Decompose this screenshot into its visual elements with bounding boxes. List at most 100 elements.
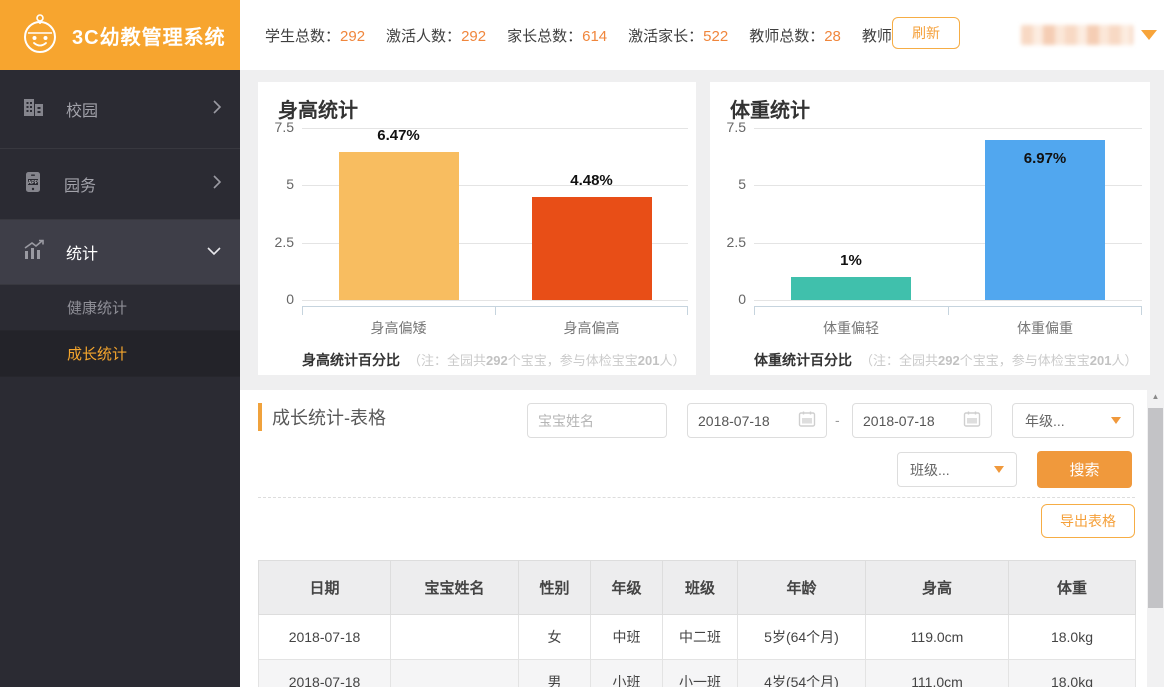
- scrollbar-up-arrow[interactable]: ▲: [1147, 392, 1164, 406]
- app-icon: APP: [22, 171, 44, 198]
- accent-bar: [258, 403, 262, 431]
- section-header: 成长统计-表格: [258, 403, 386, 431]
- y-axis-tick: 2.5: [710, 234, 746, 250]
- x-axis-category: 体重偏轻: [754, 318, 948, 338]
- col-gender: 性别: [519, 561, 591, 615]
- x-axis-category: 体重偏重: [948, 318, 1142, 338]
- chevron-down-icon: [1111, 417, 1121, 424]
- growth-table-panel: 成长统计-表格 2018-07-18 - 2018-07-18: [240, 390, 1164, 687]
- height-chart: 7.5 5 2.5 0 6.47% 4.48%: [258, 128, 696, 358]
- sidebar-item-campus[interactable]: 校园: [0, 70, 240, 149]
- y-axis-tick: 5: [710, 176, 746, 192]
- y-axis-tick: 7.5: [710, 119, 746, 135]
- weight-chart: 7.5 5 2.5 0 1% 6.97%: [710, 128, 1150, 358]
- growth-table: 日期 宝宝姓名 性别 年级 班级 年龄 身高 体重 2018-07-18 女: [258, 560, 1136, 687]
- school-building-icon: [22, 96, 46, 123]
- table-row: 2018-07-18 女 中班 中二班 5岁(64个月) 119.0cm 18.…: [259, 615, 1136, 660]
- baby-name-input[interactable]: [527, 403, 667, 438]
- stat-students-total: 学生总数：292: [265, 25, 365, 46]
- date-from-picker[interactable]: 2018-07-18: [687, 403, 827, 438]
- export-table-button[interactable]: 导出表格: [1041, 504, 1135, 538]
- date-range-separator: -: [835, 412, 840, 428]
- date-to-value: 2018-07-18: [863, 413, 935, 429]
- date-from-value: 2018-07-18: [698, 413, 770, 429]
- col-height: 身高: [866, 561, 1009, 615]
- user-menu[interactable]: [1021, 0, 1157, 70]
- stats-chart-icon: [22, 239, 46, 266]
- y-axis-tick: 0: [258, 291, 294, 307]
- class-select-value: 班级...: [910, 460, 950, 480]
- calendar-icon[interactable]: [798, 410, 816, 431]
- app-title: 3C幼教管理系统: [72, 21, 226, 50]
- sidebar-subitem-health-stats[interactable]: 健康统计: [0, 285, 240, 331]
- height-chart-panel: 身高统计 7.5 5 2.5 0 6.47% 4.48%: [258, 82, 696, 375]
- stat-teachers-total: 教师总数：28: [749, 25, 841, 46]
- chart-footer-label: 体重统计百分比: [754, 350, 852, 370]
- bar-value-label: 1%: [840, 252, 862, 269]
- y-axis-tick: 0: [710, 291, 746, 307]
- stat-parents-total: 家长总数：614: [507, 25, 607, 46]
- chevron-right-icon: [212, 174, 222, 195]
- sidebar-item-label: 统计: [66, 240, 98, 264]
- sidebar-item-label: 校园: [66, 97, 98, 121]
- chevron-down-icon: [206, 243, 222, 261]
- grade-select[interactable]: 年级...: [1012, 403, 1134, 438]
- x-axis-category: 身高偏矮: [302, 318, 495, 338]
- col-class: 班级: [663, 561, 738, 615]
- bar-value-label: 4.48%: [570, 172, 613, 189]
- bar-height-tall: 4.48%: [495, 128, 688, 300]
- table-row: 2018-07-18 男 小班 小一班 4岁(54个月) 111.0cm 18.…: [259, 660, 1136, 687]
- sidebar-item-statistics[interactable]: 统计: [0, 220, 240, 285]
- bar-height-short: 6.47%: [302, 128, 495, 300]
- refresh-button[interactable]: 刷新: [892, 17, 960, 49]
- sidebar-subitem-label: 健康统计: [67, 297, 127, 318]
- chevron-down-icon: [1141, 30, 1157, 40]
- svg-text:APP: APP: [28, 180, 39, 186]
- scrollbar[interactable]: ▲: [1147, 390, 1164, 687]
- col-age: 年龄: [738, 561, 866, 615]
- chart-footer-label: 身高统计百分比: [302, 350, 400, 370]
- calendar-icon[interactable]: [963, 410, 981, 431]
- chart-footer-note: （注：全园共292个宝宝，参与体检宝宝201人）: [860, 350, 1137, 369]
- scrollbar-thumb[interactable]: [1148, 408, 1163, 608]
- main-content: 身高统计 7.5 5 2.5 0 6.47% 4.48%: [240, 70, 1164, 687]
- weight-chart-panel: 体重统计 7.5 5 2.5 0 1% 6.97%: [710, 82, 1150, 375]
- y-axis-tick: 5: [258, 176, 294, 192]
- class-select[interactable]: 班级...: [897, 452, 1017, 487]
- app-logo: 3C幼教管理系统: [0, 0, 240, 70]
- x-axis-category: 身高偏高: [495, 318, 688, 338]
- sidebar-subitem-label: 成长统计: [67, 343, 127, 364]
- y-axis-tick: 7.5: [258, 119, 294, 135]
- section-title: 成长统计-表格: [272, 404, 386, 430]
- user-name-redacted: [1021, 25, 1133, 45]
- header-stats: 学生总数：292 激活人数：292 家长总数：614 激活家长：522 教师总数…: [265, 0, 954, 70]
- grade-select-value: 年级...: [1025, 411, 1065, 431]
- x-axis: [754, 306, 1142, 307]
- date-to-picker[interactable]: 2018-07-18: [852, 403, 992, 438]
- app-root: 3C幼教管理系统 学生总数：292 激活人数：292 家长总数：614 激活家长…: [0, 0, 1164, 687]
- chart-footer-note: （注：全园共292个宝宝，参与体检宝宝201人）: [408, 350, 685, 369]
- chevron-right-icon: [212, 99, 222, 120]
- search-button[interactable]: 搜索: [1037, 451, 1132, 488]
- stat-students-active: 激活人数：292: [386, 25, 486, 46]
- bar-value-label: 6.47%: [377, 127, 420, 144]
- y-axis-tick: 2.5: [258, 234, 294, 250]
- sidebar-item-affairs[interactable]: APP 园务: [0, 149, 240, 220]
- x-axis: [302, 306, 688, 307]
- bar-weight-light: 1%: [754, 128, 948, 300]
- col-weight: 体重: [1009, 561, 1136, 615]
- chevron-down-icon: [994, 466, 1004, 473]
- col-grade: 年级: [591, 561, 663, 615]
- bar-value-label: 6.97%: [1024, 150, 1067, 167]
- col-baby-name: 宝宝姓名: [391, 561, 519, 615]
- bar-weight-heavy: 6.97%: [948, 128, 1142, 300]
- col-date: 日期: [259, 561, 391, 615]
- sidebar-subitem-growth-stats[interactable]: 成长统计: [0, 331, 240, 377]
- stat-parents-active: 激活家长：522: [628, 25, 728, 46]
- divider: [258, 497, 1135, 498]
- sidebar: 校园 APP 园务: [0, 70, 240, 687]
- sidebar-item-label: 园务: [64, 172, 96, 196]
- robot-logo-icon: [18, 11, 62, 60]
- table-header-row: 日期 宝宝姓名 性别 年级 班级 年龄 身高 体重: [259, 561, 1136, 615]
- top-header: 3C幼教管理系统 学生总数：292 激活人数：292 家长总数：614 激活家长…: [0, 0, 1164, 70]
